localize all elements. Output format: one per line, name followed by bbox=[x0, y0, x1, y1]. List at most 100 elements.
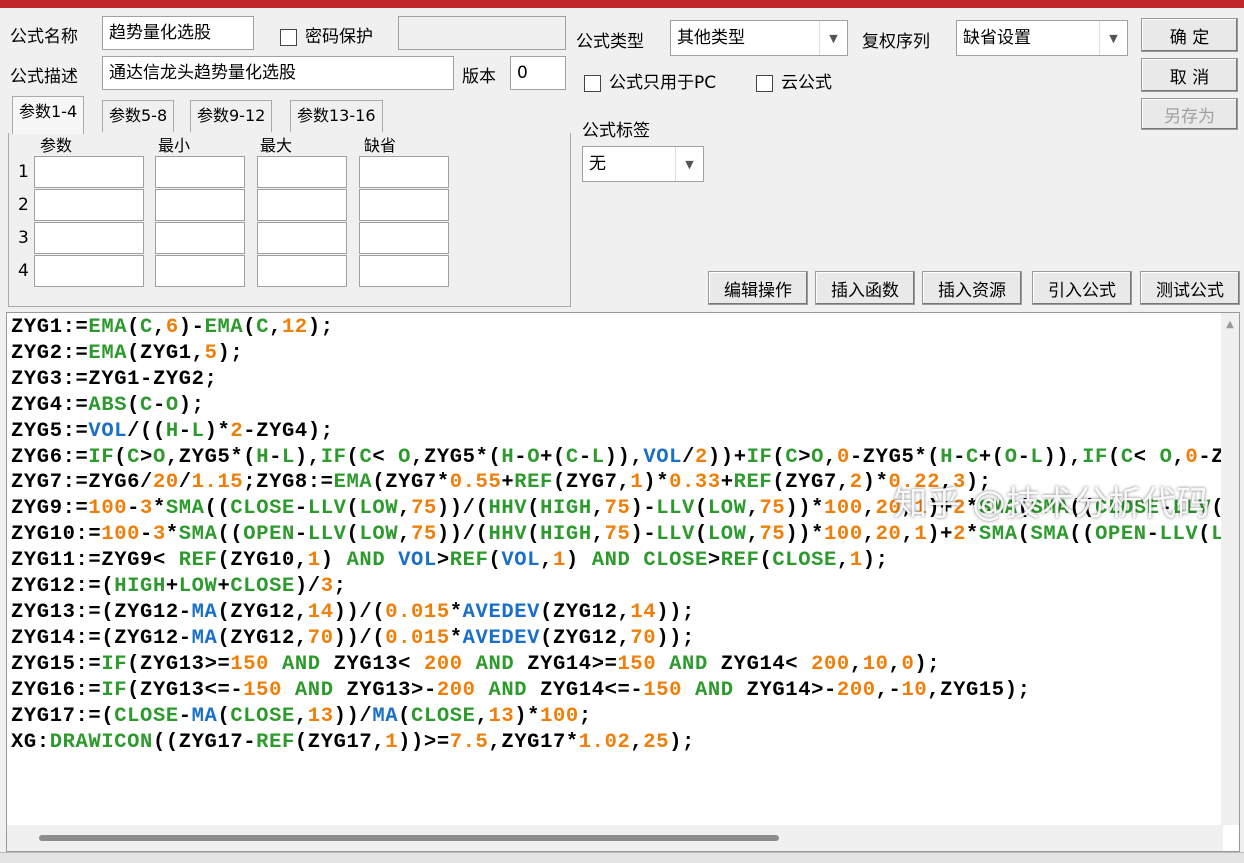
param-cell-name[interactable] bbox=[34, 156, 144, 188]
code-operator: ( bbox=[694, 523, 708, 547]
insert-resource-button[interactable]: 插入资源 bbox=[922, 271, 1022, 305]
code-number: 75 bbox=[604, 523, 631, 547]
code-operator: , bbox=[411, 445, 424, 469]
code-function: AND bbox=[346, 549, 386, 573]
code-operator: , bbox=[617, 600, 631, 624]
code-identifier: ZYG2 bbox=[152, 367, 205, 391]
chevron-down-icon[interactable]: ▼ bbox=[1099, 21, 1127, 55]
password-protect-checkbox[interactable]: 密码保护 bbox=[280, 22, 373, 47]
code-operator: ( bbox=[488, 549, 502, 573]
code-operator: ( bbox=[1198, 523, 1212, 547]
code-identifier: ZYG14 bbox=[11, 626, 76, 650]
code-operator: (( bbox=[1069, 523, 1096, 547]
formula-desc-input[interactable]: 通达信龙头趋势量化选股 bbox=[102, 56, 454, 90]
param-cell-min[interactable] bbox=[155, 156, 245, 188]
code-line: ZYG10:=100-3*SMA((OPEN-LLV(LOW,75))/(HHV… bbox=[11, 522, 1223, 548]
code-operator: , bbox=[294, 704, 308, 728]
param-cell-name[interactable] bbox=[34, 222, 144, 254]
tab-params-5-8[interactable]: 参数5-8 bbox=[102, 100, 175, 132]
formula-type-select[interactable]: 其他类型 ▼ bbox=[670, 20, 848, 56]
code-operator: ))>= bbox=[398, 730, 450, 754]
param-cell-name[interactable] bbox=[34, 189, 144, 221]
chevron-down-icon[interactable]: ▼ bbox=[819, 21, 847, 55]
test-formula-button[interactable]: 测试公式 bbox=[1140, 271, 1240, 305]
code-operator: < bbox=[372, 445, 399, 469]
code-identifier: ZYG17 bbox=[307, 730, 373, 754]
code-function: IF bbox=[88, 445, 115, 469]
code-operator: )* bbox=[514, 704, 541, 728]
code-function: O bbox=[527, 445, 541, 469]
param-cell-default[interactable] bbox=[359, 156, 449, 188]
param-cell-default[interactable] bbox=[359, 222, 449, 254]
code-function: C bbox=[140, 393, 153, 417]
code-identifier: ZYG12 bbox=[552, 600, 618, 624]
code-function: CLOSE bbox=[230, 575, 295, 599]
code-function: IF bbox=[746, 445, 773, 469]
code-operator: ( bbox=[217, 704, 231, 728]
code-operator: - bbox=[578, 445, 592, 469]
param-cell-default[interactable] bbox=[359, 189, 449, 221]
formula-tag-select[interactable]: 无 ▼ bbox=[582, 146, 704, 182]
code-operator: ( bbox=[398, 704, 412, 728]
param-cell-name[interactable] bbox=[34, 255, 144, 287]
code-operator: ); bbox=[307, 316, 334, 339]
code-editor[interactable]: ZYG1:=EMA(C,6)-EMA(C,12); ZYG2:=EMA(ZYG1,… bbox=[6, 312, 1240, 852]
code-text[interactable]: ZYG1:=EMA(C,6)-EMA(C,12); ZYG2:=EMA(ZYG1,… bbox=[11, 315, 1223, 755]
vertical-scrollbar[interactable]: ▲ bbox=[1221, 313, 1239, 825]
code-operator: - bbox=[243, 730, 257, 754]
cloud-formula-checkbox[interactable]: 云公式 bbox=[756, 68, 832, 93]
code-operator: , bbox=[824, 445, 837, 469]
formula-name-input[interactable]: 趋势量化选股 bbox=[102, 16, 254, 50]
save-as-button[interactable]: 另存为 bbox=[1141, 98, 1238, 130]
param-cell-min[interactable] bbox=[155, 255, 245, 287]
code-number: 2 bbox=[230, 419, 244, 443]
checkbox-icon[interactable] bbox=[584, 74, 601, 92]
code-operator: ( bbox=[127, 316, 141, 339]
param-cell-min[interactable] bbox=[155, 189, 245, 221]
code-function: EMA bbox=[88, 341, 128, 365]
import-formula-button[interactable]: 引入公式 bbox=[1032, 271, 1132, 305]
version-label: 版本 bbox=[462, 67, 496, 87]
tab-params-9-12[interactable]: 参数9-12 bbox=[190, 100, 273, 132]
code-operator: ( bbox=[1017, 523, 1031, 547]
code-identifier: ZYG12 bbox=[230, 626, 295, 650]
code-number: 3 bbox=[140, 497, 153, 521]
param-cell-max[interactable] bbox=[257, 156, 347, 188]
param-cell-min[interactable] bbox=[155, 222, 245, 254]
rights-select[interactable]: 缺省设置 ▼ bbox=[956, 20, 1128, 56]
pc-only-checkbox[interactable]: 公式只用于PC bbox=[584, 68, 716, 93]
ok-button[interactable]: 确 定 bbox=[1141, 18, 1238, 52]
checkbox-icon[interactable] bbox=[756, 74, 773, 92]
watermark: 知乎 @技术分析代码 bbox=[893, 484, 1210, 524]
code-keyword: MA bbox=[191, 600, 218, 624]
code-identifier: ZYG12 bbox=[11, 575, 76, 599]
code-operator: , bbox=[488, 730, 502, 754]
cancel-button[interactable]: 取 消 bbox=[1141, 58, 1238, 92]
code-function: REF bbox=[720, 549, 760, 573]
code-identifier: ZYG10 bbox=[230, 549, 295, 573]
checkbox-icon[interactable] bbox=[280, 28, 297, 46]
chevron-down-icon[interactable]: ▼ bbox=[675, 147, 703, 181]
tab-params-13-16[interactable]: 参数13-16 bbox=[290, 100, 383, 132]
code-operator bbox=[269, 653, 282, 676]
code-function: O bbox=[811, 445, 825, 469]
code-identifier: ZYG15 bbox=[11, 652, 76, 676]
code-number: 3 bbox=[152, 523, 166, 547]
horizontal-scrollbar[interactable] bbox=[7, 825, 1223, 851]
password-input[interactable] bbox=[398, 16, 566, 50]
tab-params-1-4[interactable]: 参数1-4 bbox=[12, 96, 85, 134]
param-cell-max[interactable] bbox=[257, 222, 347, 254]
code-function: LLV bbox=[1159, 523, 1199, 547]
version-input[interactable]: 0 bbox=[510, 56, 566, 90]
code-number: 200 bbox=[811, 652, 850, 676]
param-cell-max[interactable] bbox=[257, 189, 347, 221]
edit-ops-button[interactable]: 编辑操作 bbox=[708, 271, 808, 305]
code-identifier: ZYG11 bbox=[11, 549, 76, 573]
param-cell-default[interactable] bbox=[359, 255, 449, 287]
insert-function-button[interactable]: 插入函数 bbox=[815, 271, 915, 305]
scroll-thumb[interactable] bbox=[39, 835, 779, 841]
code-operator: , bbox=[888, 652, 902, 676]
scroll-up-icon[interactable]: ▲ bbox=[1221, 319, 1239, 330]
param-cell-max[interactable] bbox=[257, 255, 347, 287]
code-identifier: ZYG6 bbox=[11, 445, 63, 469]
